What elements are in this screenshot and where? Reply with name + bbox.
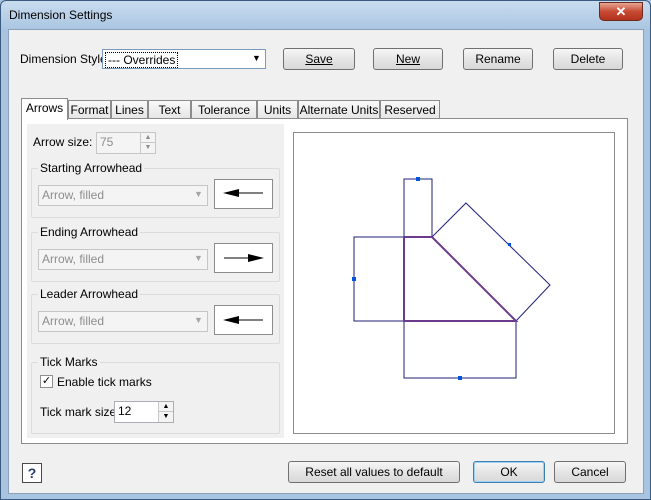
rename-button-label: Rename [475,52,521,66]
tab-text[interactable]: Text [148,100,191,119]
arrowhead-left-icon [223,316,263,324]
delete-button-label: Delete [570,52,606,66]
dimension-preview-canvas [293,132,615,434]
leader-arrowhead-select[interactable]: Arrow, filled ▼ [38,311,208,332]
new-button-label: New [395,52,420,66]
dialog-window: Dimension Settings ✕ Dimension Style: --… [0,0,651,500]
spin-down-icon[interactable]: ▼ [158,412,173,422]
tick-mark-size-label: Tick mark size: [40,405,120,419]
tab-tolerance[interactable]: Tolerance [191,100,257,119]
ending-arrowhead-select[interactable]: Arrow, filled ▼ [38,249,208,270]
new-button[interactable]: New [373,48,443,70]
tab-alternate-units[interactable]: Alternate Units [298,100,380,119]
tick-marks-title: Tick Marks [38,355,100,369]
leader-arrowhead-value: Arrow, filled [42,314,105,328]
save-button[interactable]: Save [283,48,355,70]
window-title: Dimension Settings [9,8,113,22]
tab-format[interactable]: Format [68,100,111,119]
arrow-settings-pane: Arrow size: 75 ▲ ▼ Starting Arrowhead Ar… [27,124,284,438]
dialog-body: Dimension Style: --- Overrides ▼ Save Ne… [8,29,644,494]
leader-arrowhead-group: Leader Arrowhead Arrow, filled ▼ [31,287,280,344]
close-icon[interactable]: ✕ [599,2,643,21]
spin-up-icon[interactable]: ▲ [158,402,173,412]
dimension-style-select[interactable]: --- Overrides ▼ [102,49,266,69]
dropdown-arrow-icon[interactable]: ▼ [190,186,207,205]
dropdown-arrow-icon[interactable]: ▼ [248,50,265,68]
delete-button[interactable]: Delete [553,48,623,70]
starting-arrowhead-select[interactable]: Arrow, filled ▼ [38,185,208,206]
dropdown-arrow-icon[interactable]: ▼ [190,312,207,331]
help-icon[interactable]: ? [22,463,42,483]
tab-lines[interactable]: Lines [111,100,148,119]
rename-button[interactable]: Rename [463,48,533,70]
dimension-preview-drawing [352,177,551,380]
spin-down-icon[interactable]: ▼ [140,143,155,153]
arrows-tab-panel: Arrow size: 75 ▲ ▼ Starting Arrowhead Ar… [21,118,628,444]
dropdown-arrow-icon[interactable]: ▼ [190,250,207,269]
cancel-button[interactable]: Cancel [554,461,626,483]
tick-mark-size-value: 12 [118,404,132,418]
spin-up-icon[interactable]: ▲ [140,133,155,143]
tab-arrows[interactable]: Arrows [21,98,68,120]
enable-tick-marks-label[interactable]: Enable tick marks [57,375,152,389]
tick-marks-group: Tick Marks ✓ Enable tick marks Tick mark… [31,355,280,434]
starting-arrowhead-title: Starting Arrowhead [38,161,145,175]
starting-arrowhead-value: Arrow, filled [42,188,105,202]
arrow-size-value: 75 [100,135,114,149]
ending-arrowhead-value: Arrow, filled [42,252,105,266]
dimension-style-label: Dimension Style: [20,52,111,66]
save-button-label: Save [305,52,333,66]
ending-arrowhead-group: Ending Arrowhead Arrow, filled ▼ [31,225,280,282]
reset-defaults-button[interactable]: Reset all values to default [288,461,460,483]
tab-reserved[interactable]: Reserved [380,100,440,119]
tab-units[interactable]: Units [257,100,298,119]
leader-arrowhead-preview [214,305,273,335]
starting-arrowhead-group: Starting Arrowhead Arrow, filled ▼ [31,161,280,218]
tick-mark-size-stepper[interactable]: 12 ▲ ▼ [114,401,174,423]
leader-arrowhead-title: Leader Arrowhead [38,287,141,301]
ok-button[interactable]: OK [473,461,545,483]
ending-arrowhead-title: Ending Arrowhead [38,225,141,239]
arrow-size-stepper[interactable]: 75 ▲ ▼ [96,132,156,154]
enable-tick-marks-checkbox[interactable]: ✓ [40,375,53,388]
ending-arrowhead-preview [214,243,273,273]
dimension-style-value: --- Overrides [105,52,179,68]
checkmark-icon: ✓ [41,375,52,387]
starting-arrowhead-preview [214,179,273,209]
arrowhead-left-icon [223,189,263,197]
arrow-size-label: Arrow size: [33,135,93,149]
arrowhead-right-icon [224,254,264,262]
